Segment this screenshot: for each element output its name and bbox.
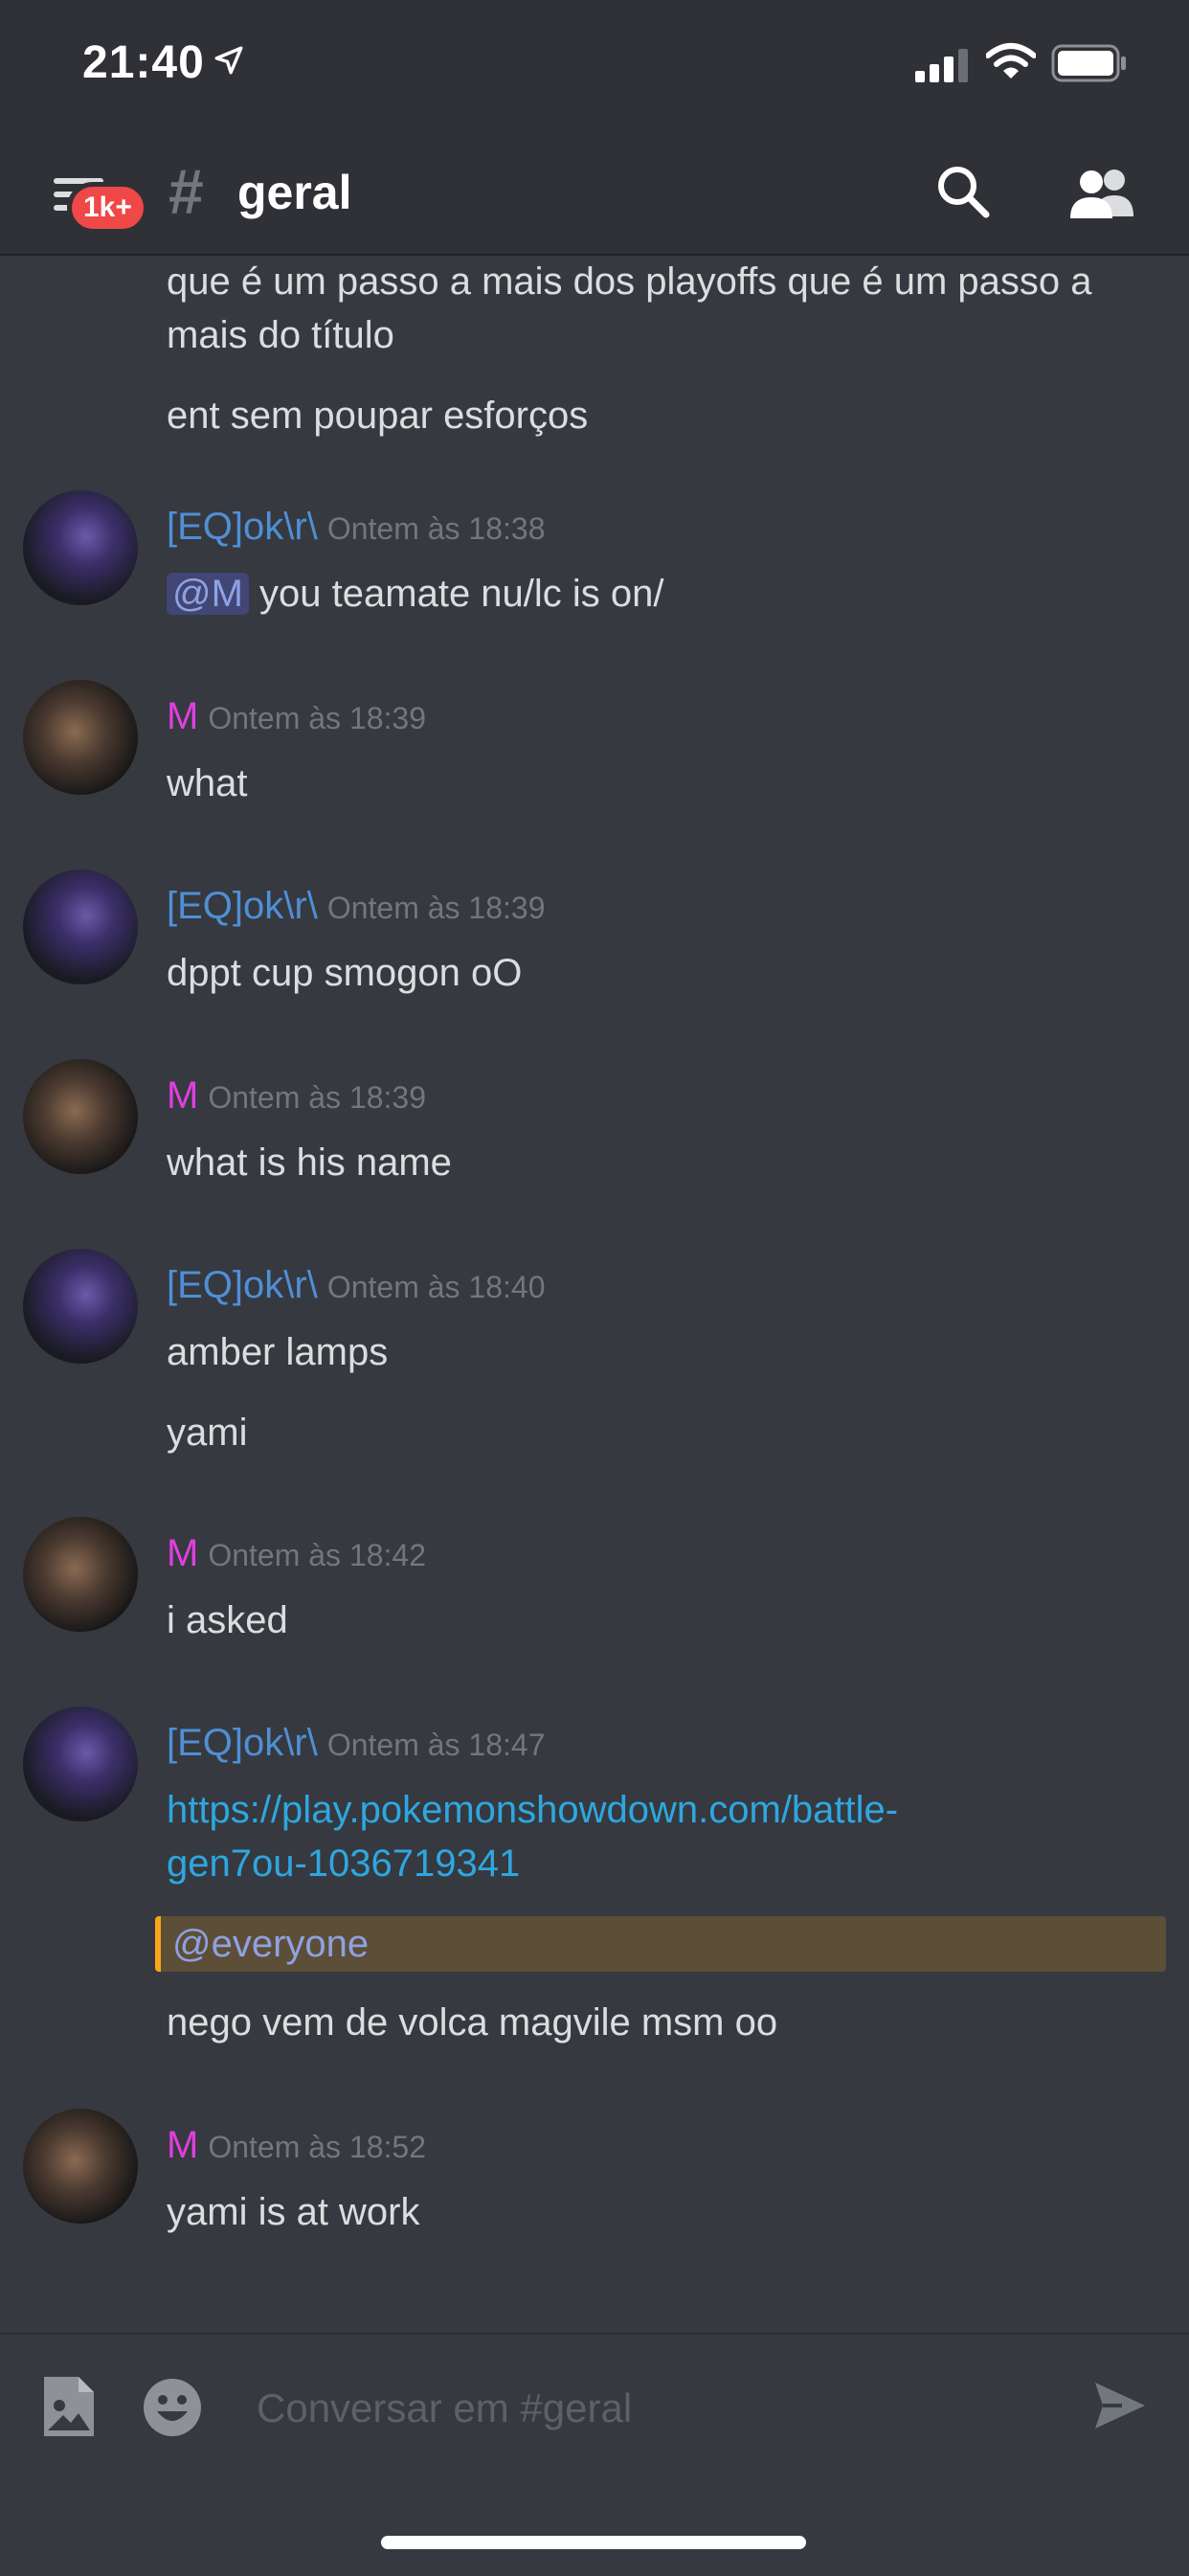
status-bar: 21:40 [0, 0, 1189, 134]
battle-link[interactable]: gen7ou-1036719341 [167, 1837, 1143, 1890]
avatar[interactable] [23, 1059, 138, 1174]
location-arrow-icon [214, 46, 243, 75]
cellular-signal-icon [915, 49, 968, 82]
message-text: you teamate nu/lc is on/ [248, 573, 664, 615]
message-header: M Ontem às 18:52 [167, 2124, 426, 2167]
send-icon[interactable] [1093, 2381, 1147, 2430]
message-timestamp: Ontem às 18:39 [208, 1080, 427, 1115]
channel-header: 1k+ # geral [0, 134, 1189, 256]
author-name[interactable]: M [167, 695, 198, 737]
message-text: what is his name [167, 1141, 452, 1184]
author-name[interactable]: [EQ]ok\r\ [167, 506, 318, 548]
members-icon[interactable] [1068, 167, 1137, 220]
message-line: mais do título [167, 314, 394, 356]
message-text: dppt cup smogon oO [167, 952, 523, 994]
user-mention[interactable]: @M [167, 573, 249, 615]
emoji-icon[interactable] [142, 2377, 203, 2438]
author-name[interactable]: M [167, 1532, 198, 1574]
message-header: M Ontem às 18:39 [167, 1074, 426, 1118]
battle-link[interactable]: https://play.pokemonshowdown.com/battle- [167, 1783, 1143, 1837]
message-input[interactable] [255, 2377, 1024, 2440]
message-header: [EQ]ok\r\ Ontem às 18:40 [167, 1264, 546, 1307]
image-upload-icon[interactable] [40, 2373, 98, 2440]
avatar[interactable] [23, 2109, 138, 2224]
message-line: ent sem poupar esforços [167, 395, 589, 437]
author-name[interactable]: [EQ]ok\r\ [167, 885, 318, 927]
avatar[interactable] [23, 1249, 138, 1364]
avatar[interactable] [23, 870, 138, 984]
message-text: yami [167, 1412, 248, 1454]
message-header: [EQ]ok\r\ Ontem às 18:38 [167, 506, 546, 549]
message-line: que é um passo a mais dos playoffs que é… [167, 260, 1092, 303]
message-header: M Ontem às 18:42 [167, 1532, 426, 1575]
message-list[interactable]: que é um passo a mais dos playoffs que é… [0, 255, 1189, 2333]
message-timestamp: Ontem às 18:40 [326, 1270, 546, 1304]
channel-title[interactable]: geral [237, 165, 352, 220]
message-header: [EQ]ok\r\ Ontem às 18:47 [167, 1722, 546, 1765]
status-time: 21:40 [82, 37, 205, 88]
avatar[interactable] [23, 680, 138, 795]
search-icon[interactable] [934, 163, 992, 220]
message-timestamp: Ontem às 18:47 [326, 1728, 546, 1762]
message-timestamp: Ontem às 18:38 [326, 511, 546, 546]
avatar[interactable] [23, 1517, 138, 1632]
message-timestamp: Ontem às 18:39 [208, 701, 427, 735]
message-text: amber lamps [167, 1331, 389, 1373]
message-text: i asked [167, 1599, 288, 1641]
message-text: yami is at work [167, 2191, 420, 2233]
unread-badge: 1k+ [67, 182, 148, 234]
message-timestamp: Ontem às 18:52 [208, 2130, 427, 2164]
author-name[interactable]: [EQ]ok\r\ [167, 1264, 318, 1306]
message-header: [EQ]ok\r\ Ontem às 18:39 [167, 885, 546, 928]
avatar[interactable] [23, 1706, 138, 1821]
message-timestamp: Ontem às 18:39 [326, 891, 546, 925]
channel-hash-icon: # [168, 156, 204, 227]
message-text: what [167, 762, 248, 804]
author-name[interactable]: [EQ]ok\r\ [167, 1722, 318, 1764]
message-text: nego vem de volca magvile msm oo [167, 2001, 778, 2044]
wifi-icon [986, 43, 1036, 79]
avatar[interactable] [23, 490, 138, 605]
everyone-mention-highlight: @everyone [155, 1916, 1166, 1972]
everyone-mention[interactable]: @everyone [172, 1916, 369, 1972]
author-name[interactable]: M [167, 1074, 198, 1117]
author-name[interactable]: M [167, 2124, 198, 2166]
message-timestamp: Ontem às 18:42 [208, 1538, 427, 1572]
home-indicator [381, 2536, 806, 2549]
battery-icon [1051, 44, 1126, 82]
message-content: @M you teamate nu/lc is on/ [167, 567, 1143, 621]
message-header: M Ontem às 18:39 [167, 695, 426, 738]
